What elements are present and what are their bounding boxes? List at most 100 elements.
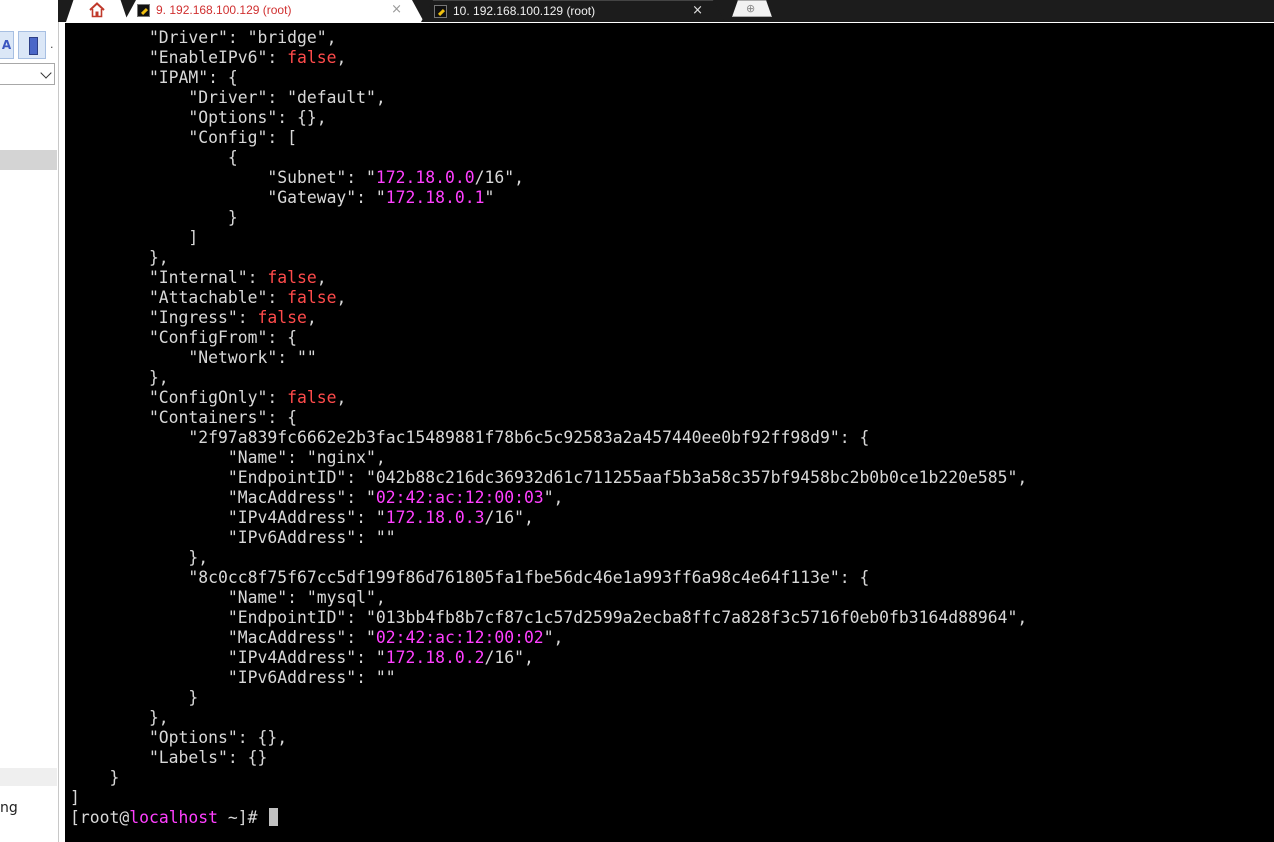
json-text: ] — [70, 788, 80, 807]
terminal-line: "IPv4Address": "172.18.0.3/16", — [70, 508, 534, 527]
terminal-line: "MacAddress": "02:42:ac:12:00:02", — [70, 628, 564, 647]
terminal-line: "Attachable": false, — [70, 288, 346, 307]
panel-icon — [29, 37, 38, 55]
json-false-value: false — [267, 268, 317, 287]
json-text: "IPAM": { — [70, 68, 238, 87]
json-text: "Containers": { — [70, 408, 297, 427]
json-text: "Driver": "default", — [70, 88, 386, 107]
terminal-session-icon — [137, 4, 150, 17]
json-text: "IPv4Address": " — [70, 648, 386, 667]
json-highlight-value: 172.18.0.0 — [375, 168, 475, 187]
json-text: "EnableIPv6": — [70, 48, 288, 67]
prompt-user: [root@ — [70, 808, 130, 827]
json-text: } — [70, 768, 120, 787]
json-text: "EndpointID": "042b88c216dc36932d61c7112… — [70, 468, 1028, 487]
json-text: "Attachable": — [70, 288, 288, 307]
prompt-rest: ~]# — [218, 808, 268, 827]
terminal-line: "Containers": { — [70, 408, 297, 427]
sidebar-footer-row[interactable] — [0, 768, 57, 786]
terminal-output: "Driver": "bridge", "EnableIPv6": false,… — [70, 28, 1027, 828]
json-text: }, — [70, 548, 209, 567]
json-text: "Name": "nginx", — [70, 448, 386, 467]
json-text: "2f97a839fc6662e2b3fac15489881f78b6c5c92… — [70, 428, 870, 447]
terminal-line: } — [70, 208, 238, 227]
close-icon[interactable]: × — [692, 3, 703, 19]
sidebar-selected-row[interactable] — [0, 150, 57, 170]
terminal-line: "ConfigFrom": { — [70, 328, 297, 347]
terminal-line: }, — [70, 548, 208, 567]
prompt-host: localhost — [129, 808, 219, 827]
terminal-line: ] — [70, 228, 198, 247]
json-text: "EndpointID": "013bb4fb8b7cf87c1c57d2599… — [70, 608, 1028, 627]
json-text: "Options": {}, — [70, 728, 288, 747]
json-text: "IPv4Address": " — [70, 508, 386, 527]
json-false-value: false — [287, 388, 337, 407]
json-text: "MacAddress": " — [70, 628, 376, 647]
json-highlight-value: 172.18.0.1 — [385, 188, 485, 207]
terminal-line: }, — [70, 708, 169, 727]
terminal-line: "IPv6Address": "" — [70, 668, 396, 687]
text-cursor — [269, 808, 279, 826]
terminal-line: ] — [70, 788, 80, 807]
terminal-view[interactable]: "Driver": "bridge", "EnableIPv6": false,… — [65, 23, 1274, 842]
terminal-line: "Gateway": "172.18.0.1" — [70, 188, 494, 207]
tab-label: 9. 192.168.100.129 (root) — [156, 3, 292, 17]
terminal-line: "Name": "mysql", — [70, 588, 386, 607]
json-text: "ConfigOnly": — [70, 388, 288, 407]
terminal-line: "Options": {}, — [70, 108, 327, 127]
tab-session-9[interactable]: 9. 192.168.100.129 (root) × — [124, 0, 424, 22]
new-tab-button[interactable]: ⊕ — [732, 0, 772, 17]
json-highlight-value: 02:42:ac:12:00:03 — [375, 488, 544, 507]
plus-icon: ⊕ — [746, 2, 756, 15]
terminal-line: }, — [70, 248, 169, 267]
terminal-line: "IPAM": { — [70, 68, 238, 87]
terminal-line: "8c0cc8f75f67cc5df199f86d761805fa1fbe56d… — [70, 568, 869, 587]
terminal-line: "Network": "" — [70, 348, 317, 367]
sidebar-partial-text: ng — [0, 800, 18, 816]
terminal-line: "EndpointID": "013bb4fb8b7cf87c1c57d2599… — [70, 608, 1027, 627]
chevron-down-icon — [40, 67, 52, 79]
json-text: }, — [70, 248, 169, 267]
json-text: "8c0cc8f75f67cc5df199f86d761805fa1fbe56d… — [70, 568, 870, 587]
json-text: /16", — [484, 648, 534, 667]
json-text: } — [70, 688, 199, 707]
terminal-line: "EnableIPv6": false, — [70, 48, 346, 67]
terminal-line: "Config": [ — [70, 128, 297, 147]
json-text: "Subnet": " — [70, 168, 376, 187]
font-icon: A — [1, 38, 12, 52]
json-text: "Gateway": " — [70, 188, 386, 207]
json-text: } — [70, 208, 238, 227]
terminal-line: "Driver": "bridge", — [70, 28, 337, 47]
json-text: , — [336, 48, 347, 67]
json-text: "Options": {}, — [70, 108, 327, 127]
sidebar-dropdown[interactable] — [0, 63, 55, 85]
json-text: "Network": "" — [70, 348, 317, 367]
home-icon — [89, 2, 105, 18]
json-text: "Labels": {} — [70, 748, 268, 767]
json-text: "Config": [ — [70, 128, 297, 147]
json-text: , — [316, 268, 327, 287]
tab-session-10[interactable]: 10. 192.168.100.129 (root) × — [421, 0, 725, 22]
shell-prompt[interactable]: [root@localhost ~]# — [70, 808, 279, 827]
terminal-line: } — [70, 768, 119, 787]
close-icon[interactable]: × — [391, 2, 402, 18]
json-text: { — [70, 148, 238, 167]
terminal-line: } — [70, 688, 198, 707]
terminal-line: "2f97a839fc6662e2b3fac15489881f78b6c5c92… — [70, 428, 869, 447]
json-text: ", — [543, 488, 564, 507]
font-toolbar-button[interactable]: A — [0, 31, 14, 59]
session-tab-bar: 9. 192.168.100.129 (root) × 10. 192.168.… — [58, 0, 1274, 22]
json-false-value: false — [287, 48, 337, 67]
json-highlight-value: 02:42:ac:12:00:02 — [375, 628, 544, 647]
json-text: /16", — [484, 508, 534, 527]
home-tab[interactable] — [66, 0, 128, 22]
json-false-value: false — [257, 308, 307, 327]
terminal-line: "Ingress": false, — [70, 308, 317, 327]
json-text: ] — [70, 228, 199, 247]
terminal-line: "IPv6Address": "" — [70, 528, 396, 547]
json-text: "IPv6Address": "" — [70, 668, 396, 687]
layout-toolbar-button[interactable] — [18, 31, 46, 59]
toolbar-overflow[interactable]: . — [50, 38, 54, 51]
terminal-line: "Name": "nginx", — [70, 448, 386, 467]
json-text: , — [336, 288, 347, 307]
